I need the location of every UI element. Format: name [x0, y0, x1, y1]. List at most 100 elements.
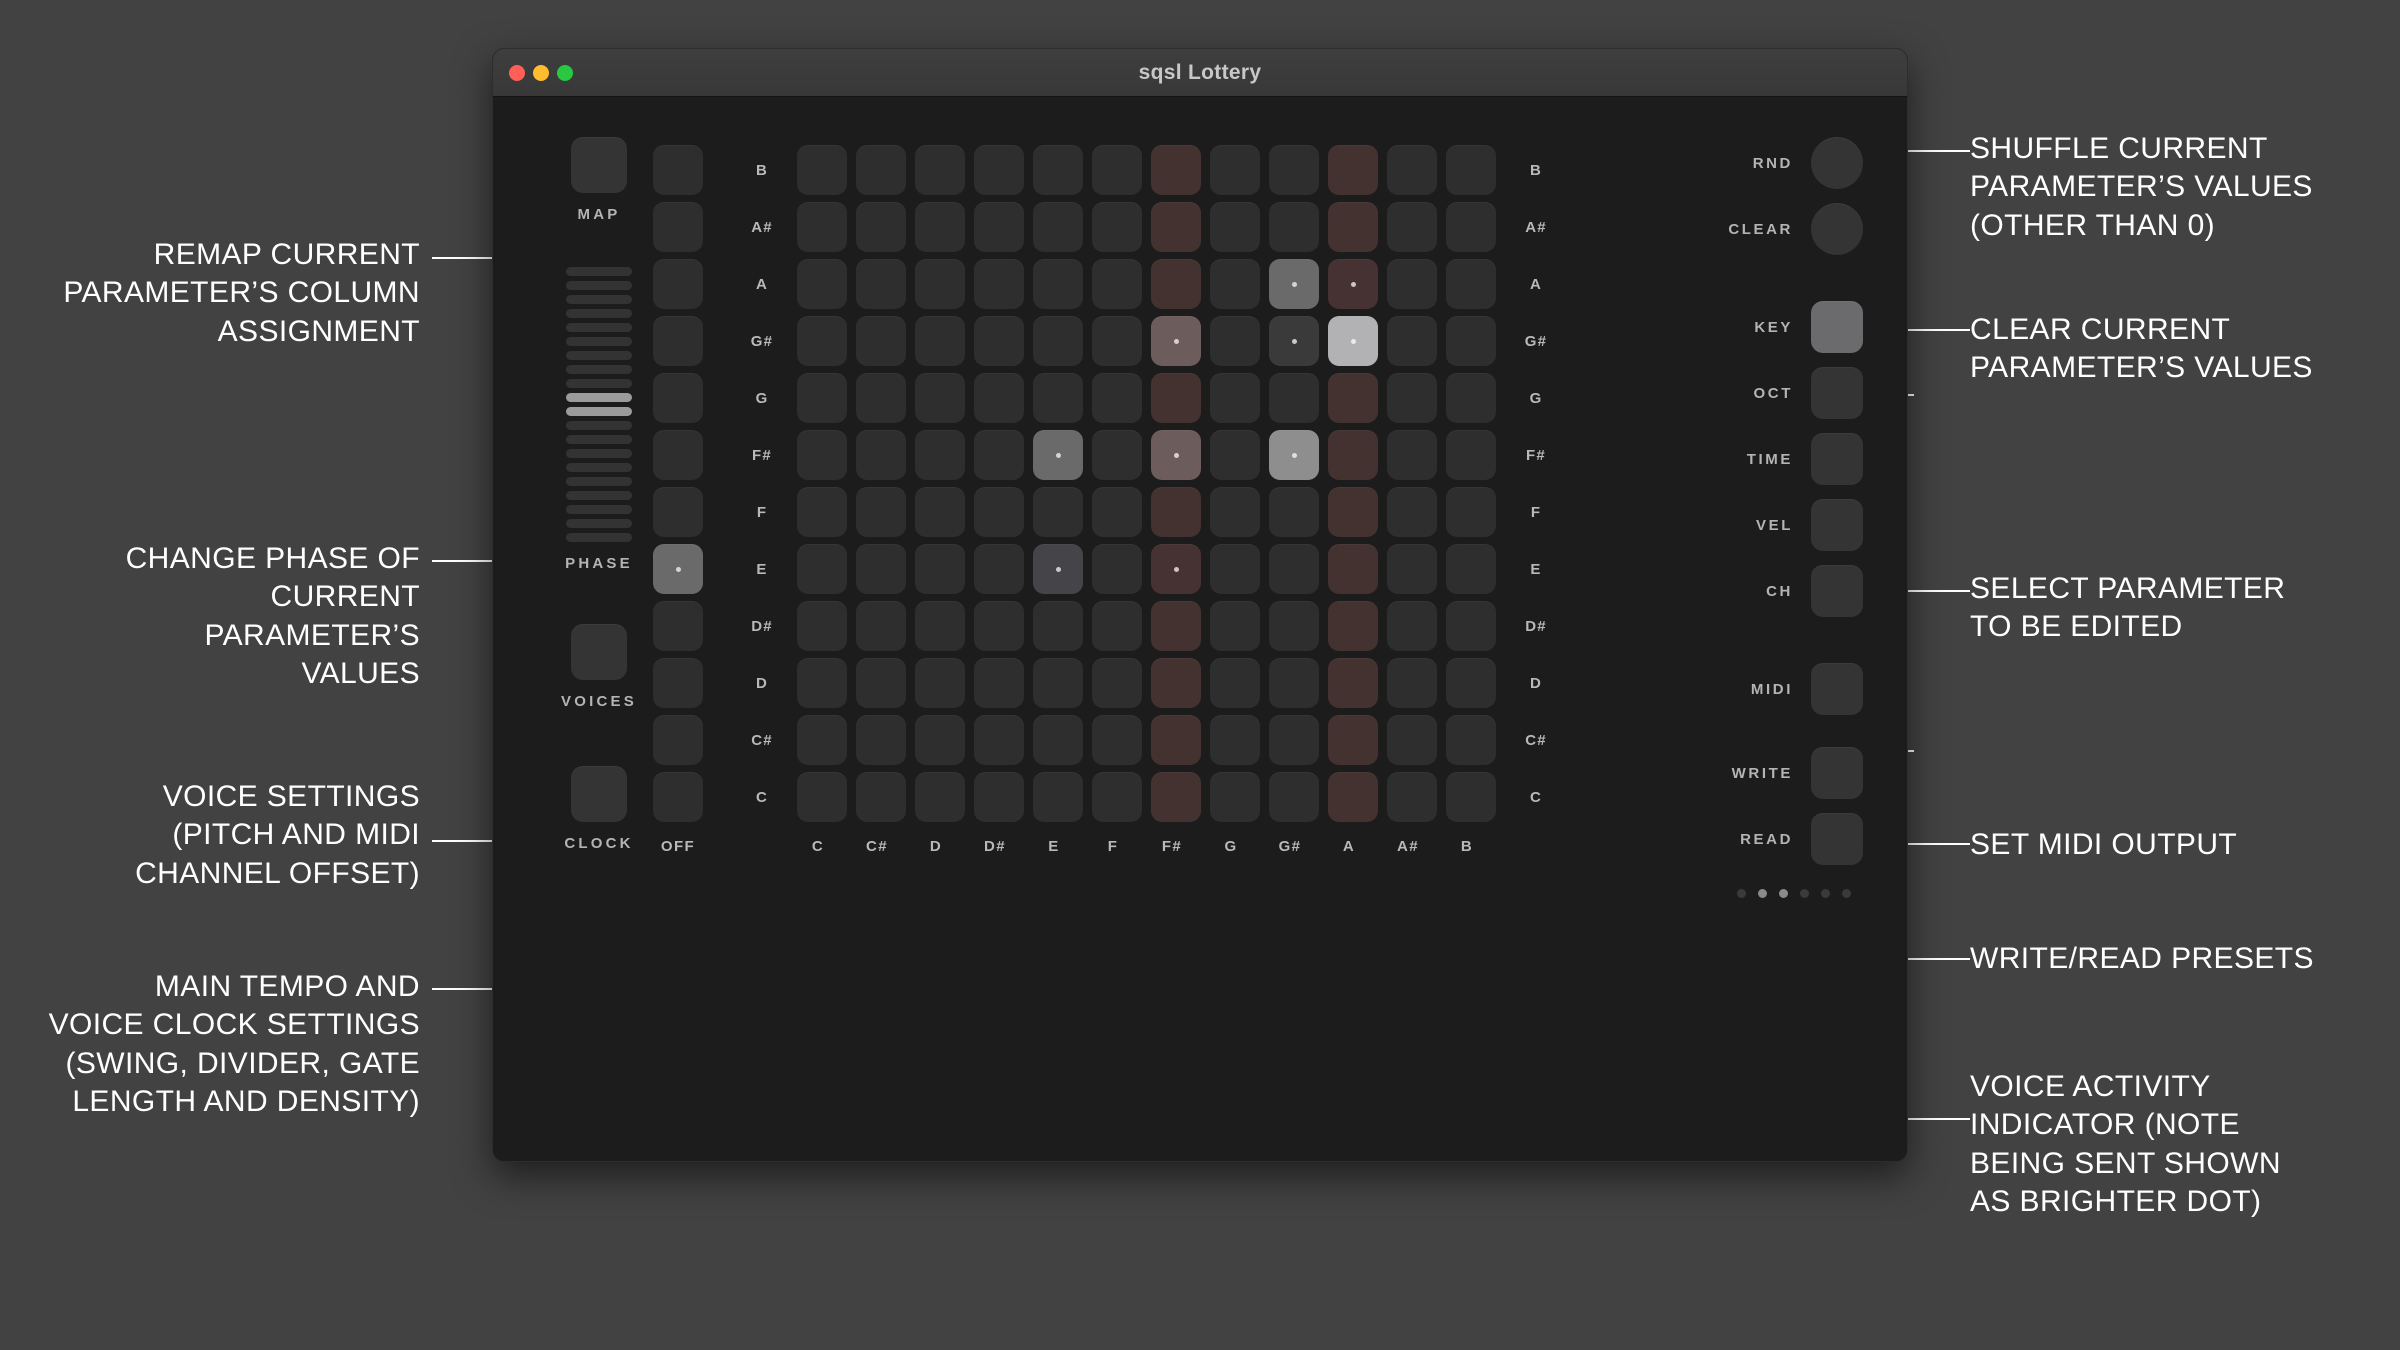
grid-cell[interactable] — [974, 601, 1024, 651]
grid-cell[interactable] — [1092, 259, 1142, 309]
grid-cell[interactable] — [856, 259, 906, 309]
grid-cell[interactable] — [653, 715, 703, 765]
phase-bar[interactable] — [566, 449, 632, 458]
grid-cell[interactable] — [856, 430, 906, 480]
grid-cell[interactable] — [1328, 601, 1378, 651]
grid-cell[interactable] — [915, 430, 965, 480]
phase-bar[interactable] — [566, 407, 632, 416]
grid-cell[interactable] — [1151, 373, 1201, 423]
grid-cell[interactable] — [1446, 487, 1496, 537]
grid-cell[interactable] — [1269, 202, 1319, 252]
grid-cell[interactable] — [856, 373, 906, 423]
grid-cell[interactable] — [1033, 715, 1083, 765]
grid-cell[interactable] — [1092, 202, 1142, 252]
grid-cell[interactable] — [1210, 772, 1260, 822]
grid-cell[interactable] — [653, 316, 703, 366]
grid-cell[interactable] — [915, 601, 965, 651]
grid-cell[interactable] — [1269, 316, 1319, 366]
phase-bar[interactable] — [566, 365, 632, 374]
param-key-row[interactable]: KEY — [1663, 301, 1863, 353]
grid-cell[interactable] — [1269, 430, 1319, 480]
grid-cell[interactable] — [915, 715, 965, 765]
grid-cell[interactable] — [974, 259, 1024, 309]
grid-cell[interactable] — [1092, 658, 1142, 708]
grid-cell[interactable] — [653, 601, 703, 651]
grid-cell[interactable] — [1033, 316, 1083, 366]
phase-bar[interactable] — [566, 477, 632, 486]
grid-cell[interactable] — [1033, 487, 1083, 537]
phase-slider[interactable] — [566, 267, 632, 542]
grid-cell[interactable] — [1269, 601, 1319, 651]
phase-bar[interactable] — [566, 435, 632, 444]
grid-cell[interactable] — [653, 487, 703, 537]
grid-cell[interactable] — [974, 373, 1024, 423]
window-titlebar[interactable]: sqsl Lottery — [493, 49, 1907, 97]
grid-cell[interactable] — [1210, 373, 1260, 423]
grid-cell[interactable] — [1210, 430, 1260, 480]
rnd-row[interactable]: RND — [1663, 137, 1863, 189]
grid-cell[interactable] — [1446, 715, 1496, 765]
grid-cell[interactable] — [1387, 202, 1437, 252]
grid-cell[interactable] — [797, 601, 847, 651]
grid-cell[interactable] — [1033, 373, 1083, 423]
grid-cell[interactable] — [653, 772, 703, 822]
grid-cell[interactable] — [797, 430, 847, 480]
grid-cell[interactable] — [653, 658, 703, 708]
grid-cell[interactable] — [1446, 259, 1496, 309]
phase-bar[interactable] — [566, 337, 632, 346]
grid-cell[interactable] — [1151, 259, 1201, 309]
grid-cell[interactable] — [653, 430, 703, 480]
grid-cell[interactable] — [1446, 316, 1496, 366]
grid-cell[interactable] — [1033, 430, 1083, 480]
grid-cell[interactable] — [797, 316, 847, 366]
param-key-button[interactable] — [1811, 301, 1863, 353]
grid-cell[interactable] — [1387, 373, 1437, 423]
grid-cell[interactable] — [797, 544, 847, 594]
grid-cell[interactable] — [1092, 373, 1142, 423]
grid-cell[interactable] — [1092, 145, 1142, 195]
grid-cell[interactable] — [1151, 487, 1201, 537]
grid-cell[interactable] — [1092, 715, 1142, 765]
grid-cell[interactable] — [1446, 658, 1496, 708]
grid-cell[interactable] — [1092, 544, 1142, 594]
grid-cell[interactable] — [1151, 202, 1201, 252]
grid-cell[interactable] — [1033, 202, 1083, 252]
phase-bar[interactable] — [566, 351, 632, 360]
grid-cell[interactable] — [915, 772, 965, 822]
grid-cell[interactable] — [1033, 145, 1083, 195]
grid-cell[interactable] — [856, 145, 906, 195]
midi-button[interactable] — [1811, 663, 1863, 715]
phase-bar[interactable] — [566, 267, 632, 276]
grid-cell[interactable] — [1387, 772, 1437, 822]
grid-cell[interactable] — [1033, 772, 1083, 822]
grid-cell[interactable] — [915, 544, 965, 594]
phase-bar[interactable] — [566, 379, 632, 388]
preset-read-button[interactable] — [1811, 813, 1863, 865]
grid-cell[interactable] — [1210, 202, 1260, 252]
map-control[interactable]: MAP — [529, 137, 669, 223]
phase-bar[interactable] — [566, 281, 632, 290]
grid-cell[interactable] — [797, 202, 847, 252]
phase-bar[interactable] — [566, 393, 632, 402]
grid-cell[interactable] — [797, 487, 847, 537]
param-time-row[interactable]: TIME — [1663, 433, 1863, 485]
grid-cell[interactable] — [1210, 145, 1260, 195]
grid-cell[interactable] — [1328, 373, 1378, 423]
grid-cell[interactable] — [974, 202, 1024, 252]
clock-control[interactable]: CLOCK — [529, 766, 669, 852]
grid-cell[interactable] — [1151, 430, 1201, 480]
grid-cell[interactable] — [1328, 487, 1378, 537]
midi-row[interactable]: MIDI — [1663, 663, 1863, 715]
grid-cell[interactable] — [1446, 601, 1496, 651]
clear-button[interactable] — [1811, 203, 1863, 255]
grid-cell[interactable] — [1151, 544, 1201, 594]
grid-cell[interactable] — [1328, 430, 1378, 480]
grid-cell[interactable] — [856, 316, 906, 366]
grid-cell[interactable] — [1092, 772, 1142, 822]
grid-cell[interactable] — [653, 202, 703, 252]
sequencer-grid[interactable]: B B A# A# A A G# G# G G F# F# F F E E D# D# D D C# C# C C — [653, 145, 1567, 829]
phase-bar[interactable] — [566, 505, 632, 514]
grid-cell[interactable] — [1210, 715, 1260, 765]
grid-cell[interactable] — [1151, 601, 1201, 651]
voices-control[interactable]: VOICES — [529, 624, 669, 710]
